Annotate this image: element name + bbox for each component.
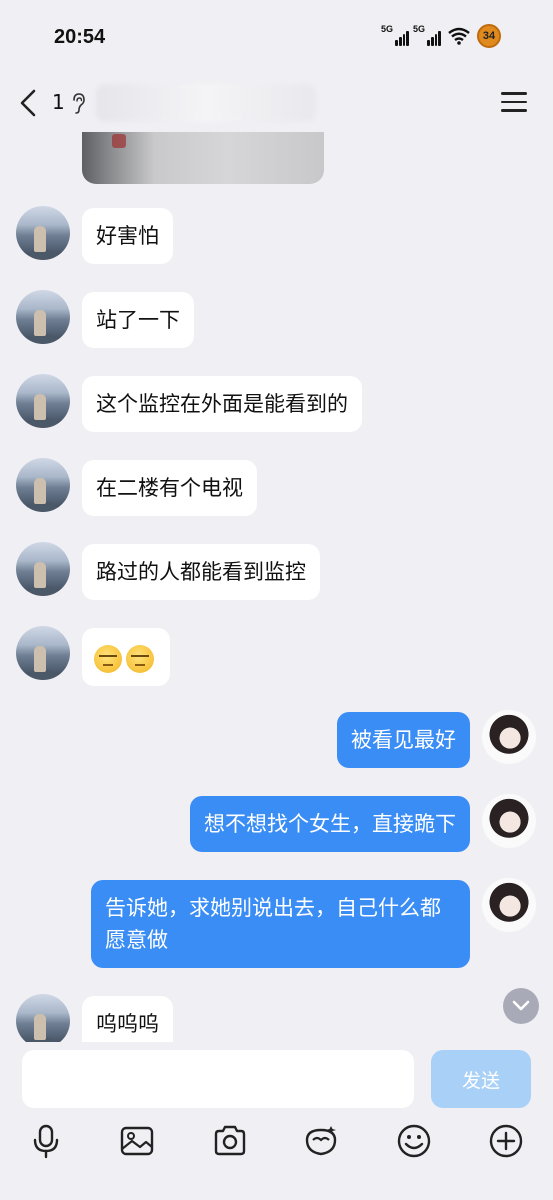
contact-avatar[interactable] bbox=[16, 290, 70, 344]
emoji-icon[interactable] bbox=[395, 1122, 433, 1160]
contact-avatar[interactable] bbox=[16, 626, 70, 680]
message-input[interactable] bbox=[22, 1050, 414, 1108]
signal-icon: 5G bbox=[381, 24, 409, 46]
message-bubble-incoming[interactable]: 路过的人都能看到监控 bbox=[82, 544, 320, 600]
chevron-down-icon bbox=[512, 1000, 530, 1011]
image-message-thumbnail[interactable] bbox=[82, 132, 324, 184]
my-avatar[interactable] bbox=[482, 878, 536, 932]
message-bubble-incoming[interactable]: 在二楼有个电视 bbox=[82, 460, 257, 516]
my-avatar[interactable] bbox=[482, 710, 536, 764]
contact-avatar[interactable] bbox=[16, 374, 70, 428]
back-icon[interactable] bbox=[16, 88, 40, 118]
ear-icon bbox=[73, 93, 85, 114]
send-button[interactable]: 发送 bbox=[431, 1050, 531, 1108]
contact-avatar[interactable] bbox=[16, 542, 70, 596]
camera-icon[interactable] bbox=[211, 1122, 249, 1160]
wifi-icon bbox=[448, 27, 470, 45]
message-bubble-emoji[interactable] bbox=[82, 628, 170, 686]
message-bubble-incoming[interactable]: 好害怕 bbox=[82, 208, 173, 264]
microphone-icon[interactable] bbox=[27, 1122, 65, 1160]
unamused-face-icon bbox=[126, 645, 154, 673]
menu-icon[interactable] bbox=[501, 92, 527, 114]
blurred-contact-name bbox=[96, 84, 316, 122]
contact-avatar[interactable] bbox=[16, 994, 70, 1048]
contact-avatar[interactable] bbox=[16, 206, 70, 260]
status-icons: 5G 5G 34 bbox=[381, 24, 501, 48]
scroll-to-bottom-button[interactable] bbox=[503, 988, 539, 1024]
battery-icon: 34 bbox=[477, 24, 501, 48]
message-bubble-incoming[interactable]: 这个监控在外面是能看到的 bbox=[82, 376, 362, 432]
signal-icon: 5G bbox=[413, 24, 441, 46]
composer-toolbar bbox=[0, 1122, 553, 1162]
plus-icon[interactable] bbox=[487, 1122, 525, 1160]
message-bubble-outgoing[interactable]: 被看见最好 bbox=[337, 712, 470, 768]
status-time: 20:54 bbox=[54, 26, 106, 48]
my-avatar[interactable] bbox=[482, 794, 536, 848]
chat-title: 1 bbox=[52, 90, 65, 114]
message-bubble-outgoing[interactable]: 告诉她，求她别说出去，自己什么都愿意做 bbox=[91, 880, 470, 968]
chat-header: 1 bbox=[0, 76, 553, 132]
message-bubble-incoming[interactable]: 站了一下 bbox=[82, 292, 194, 348]
contact-avatar[interactable] bbox=[16, 458, 70, 512]
unamused-face-icon bbox=[94, 645, 122, 673]
status-bar: 20:54 5G 5G 34 bbox=[0, 0, 553, 76]
red-packet-icon[interactable] bbox=[302, 1122, 340, 1160]
message-bubble-outgoing[interactable]: 想不想找个女生，直接跪下 bbox=[190, 796, 470, 852]
image-icon[interactable] bbox=[118, 1122, 156, 1160]
composer: 发送 bbox=[0, 1042, 553, 1200]
